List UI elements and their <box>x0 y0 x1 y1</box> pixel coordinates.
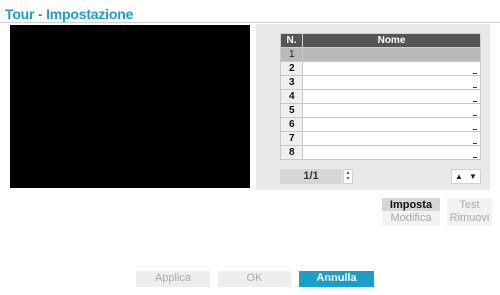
edit-caret-icon <box>473 129 477 130</box>
video-preview <box>10 25 250 188</box>
table-row[interactable]: 8 <box>280 145 481 160</box>
row-number: 2 <box>280 61 303 76</box>
table-row[interactable]: 3 <box>280 75 481 90</box>
edit-caret-icon <box>473 87 477 88</box>
edit-caret-icon <box>473 157 477 158</box>
row-number: 8 <box>280 145 303 160</box>
rimuovi-button[interactable]: Rimuovi <box>447 211 492 226</box>
edit-caret-icon <box>473 101 477 102</box>
row-number: 6 <box>280 117 303 132</box>
row-number: 7 <box>280 131 303 146</box>
row-name[interactable] <box>302 145 481 160</box>
column-header-name: Nome <box>302 33 481 48</box>
ok-button[interactable]: OK <box>218 271 291 287</box>
row-name[interactable] <box>302 117 481 132</box>
row-number: 4 <box>280 89 303 104</box>
table-row[interactable]: 2 <box>280 61 481 76</box>
row-name[interactable] <box>302 89 481 104</box>
table-header-row: N. Nome <box>280 33 481 48</box>
column-header-number: N. <box>280 33 303 48</box>
page-indicator: 1/1 <box>280 169 342 184</box>
applica-button[interactable]: Applica <box>136 271 210 287</box>
move-down-icon[interactable]: ▼ <box>469 170 477 183</box>
reorder-buttons: ▲ ▼ <box>451 169 481 184</box>
row-name[interactable] <box>302 75 481 90</box>
edit-caret-icon <box>473 143 477 144</box>
row-name[interactable] <box>302 61 481 76</box>
edit-caret-icon <box>473 73 477 74</box>
tour-settings-dialog: Tour - Impostazione N. Nome 1 2 3 4 5 6 … <box>0 0 500 295</box>
tour-list-panel: N. Nome 1 2 3 4 5 6 7 8 1/1 ▴ ▾ ▲ ▼ <box>256 24 490 190</box>
table-row[interactable]: 6 <box>280 117 481 132</box>
dialog-title: Tour - Impostazione <box>5 6 134 22</box>
row-number: 1 <box>280 47 303 62</box>
spin-down-icon[interactable]: ▾ <box>344 176 352 182</box>
modifica-button[interactable]: Modifica <box>382 211 440 226</box>
page-spinner[interactable]: ▴ ▾ <box>343 169 353 184</box>
annulla-button[interactable]: Annulla <box>299 271 374 287</box>
table-row[interactable]: 4 <box>280 89 481 104</box>
row-name[interactable] <box>302 47 481 62</box>
row-name[interactable] <box>302 103 481 118</box>
edit-caret-icon <box>473 115 477 116</box>
table-row[interactable]: 7 <box>280 131 481 146</box>
title-divider <box>0 22 500 23</box>
row-number: 3 <box>280 75 303 90</box>
tour-table: N. Nome 1 2 3 4 5 6 7 8 <box>280 33 481 160</box>
move-up-icon[interactable]: ▲ <box>455 170 463 183</box>
table-row[interactable]: 1 <box>280 47 481 62</box>
table-row[interactable]: 5 <box>280 103 481 118</box>
row-number: 5 <box>280 103 303 118</box>
row-name[interactable] <box>302 131 481 146</box>
